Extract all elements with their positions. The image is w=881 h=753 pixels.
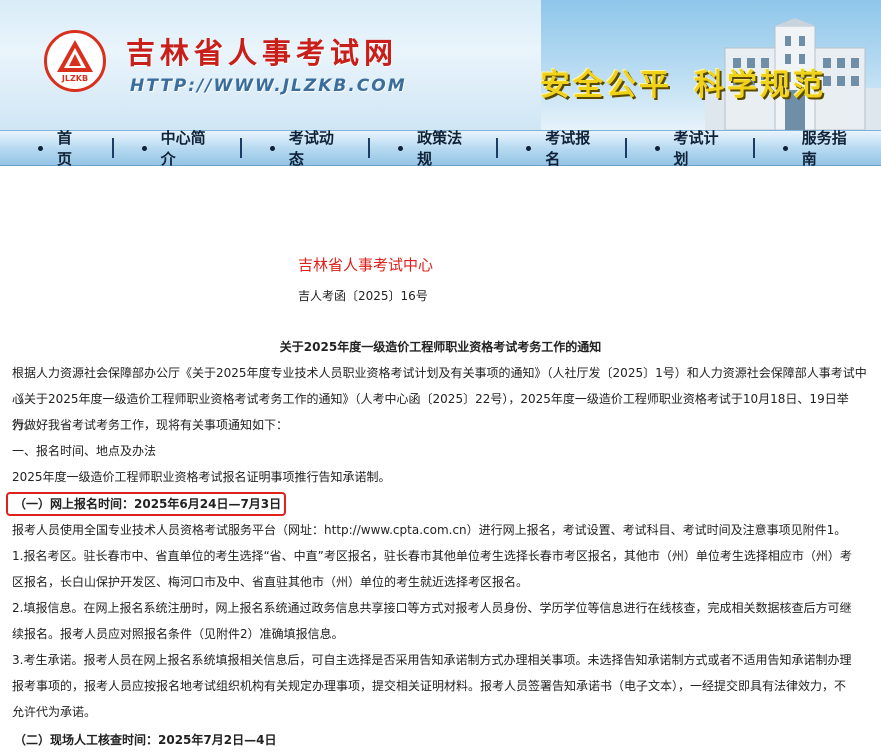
- issuing-organization: 吉林省人事考试中心: [298, 256, 434, 274]
- header-slogan: 安全公平 科学规范: [540, 60, 826, 104]
- nav-item-service-guide[interactable]: 服务指南: [755, 129, 881, 168]
- nav-item-label: 首 页: [56, 129, 72, 168]
- list-item-line: 1.报名考区。驻长春市中、省直单位的考生选择“省、中直”考区报名，驻长春市其他单…: [12, 549, 852, 563]
- nav-list: 首 页 中心简介 考试动态 政策法规 考试报名 考试计划 服务指南: [0, 129, 881, 168]
- subsection-heading-online-registration: （一）网上报名时间：2025年6月24日—7月3日: [14, 497, 282, 511]
- paragraph-line: 为做好我省考试考务工作，现将有关事项通知如下：: [12, 418, 289, 432]
- nav-item-label: 政策法规: [417, 129, 463, 168]
- nav-item-label: 考试动态: [288, 129, 334, 168]
- bullet-icon: [38, 145, 43, 151]
- subsection-heading-onsite-check: （二）现场人工核查时间：2025年7月2日—4日: [14, 733, 277, 747]
- nav-item-label: 中心简介: [160, 129, 206, 168]
- list-item-line: 续报名。报考人员应对照报名条件（见附件2）准确填报信息。: [12, 627, 344, 641]
- nav-item-label: 考试报名: [545, 129, 591, 168]
- nav-item-exam-news[interactable]: 考试动态: [242, 129, 371, 168]
- logo-text: JLZKB: [61, 74, 89, 83]
- nav-item-home[interactable]: 首 页: [10, 129, 114, 168]
- list-item-line: 区报名，长白山保护开发区、梅河口市及中、省直驻其他市（州）单位的考生就近选择考区…: [12, 575, 529, 589]
- mountain-logo-icon: [57, 40, 93, 72]
- nav-item-exam-plan[interactable]: 考试计划: [627, 129, 755, 168]
- paragraph-line: 报考人员使用全国专业技术人员资格考试服务平台（网址：http://www.cpt…: [12, 523, 847, 537]
- nav-item-registration[interactable]: 考试报名: [498, 129, 627, 168]
- bullet-icon: [141, 145, 147, 151]
- list-item-line: 报考事项的，报考人员应按报名地考试组织机构有关规定办理事项，提交相关证明材料。报…: [12, 679, 847, 693]
- nav-item-label: 服务指南: [801, 129, 847, 168]
- bullet-icon: [654, 145, 660, 151]
- nav-item-policies[interactable]: 政策法规: [370, 129, 499, 168]
- nav-item-about[interactable]: 中心简介: [114, 129, 242, 168]
- list-item-line: 2.填报信息。在网上报名系统注册时，网上报名系统通过政务信息共享接口等方式对报考…: [12, 601, 852, 615]
- list-item-line: 3.考生承诺。报考人员在网上报名系统填报相关信息后，可自主选择是否采用告知承诺制…: [12, 653, 852, 667]
- site-title[interactable]: 吉林省人事考试网: [126, 30, 398, 72]
- bullet-icon: [526, 145, 532, 151]
- article-title: 关于2025年度一级造价工程师职业资格考试考务工作的通知: [279, 340, 602, 354]
- site-logo[interactable]: JLZKB: [44, 30, 106, 92]
- document-number: 吉人考函〔2025〕16号: [298, 289, 428, 303]
- site-header: JLZKB 吉林省人事考试网 HTTP://WWW.JLZKB.COM 安全公平…: [0, 0, 881, 130]
- slogan-part-1: 安全公平: [540, 68, 672, 103]
- paragraph-line: 2025年度一级造价工程师职业资格考试报名证明事项推行告知承诺制。: [12, 470, 391, 484]
- bullet-icon: [398, 145, 404, 151]
- site-url: HTTP://WWW.JLZKB.COM: [130, 76, 407, 96]
- list-item-line: 允许代为承诺。: [12, 705, 97, 719]
- section-heading: 一、报名时间、地点及办法: [12, 444, 157, 458]
- slogan-part-2: 科学规范: [694, 68, 826, 103]
- main-navigation: 首 页 中心简介 考试动态 政策法规 考试报名 考试计划 服务指南: [0, 129, 881, 168]
- nav-item-label: 考试计划: [673, 129, 719, 168]
- bullet-icon: [269, 145, 275, 151]
- bullet-icon: [782, 145, 788, 151]
